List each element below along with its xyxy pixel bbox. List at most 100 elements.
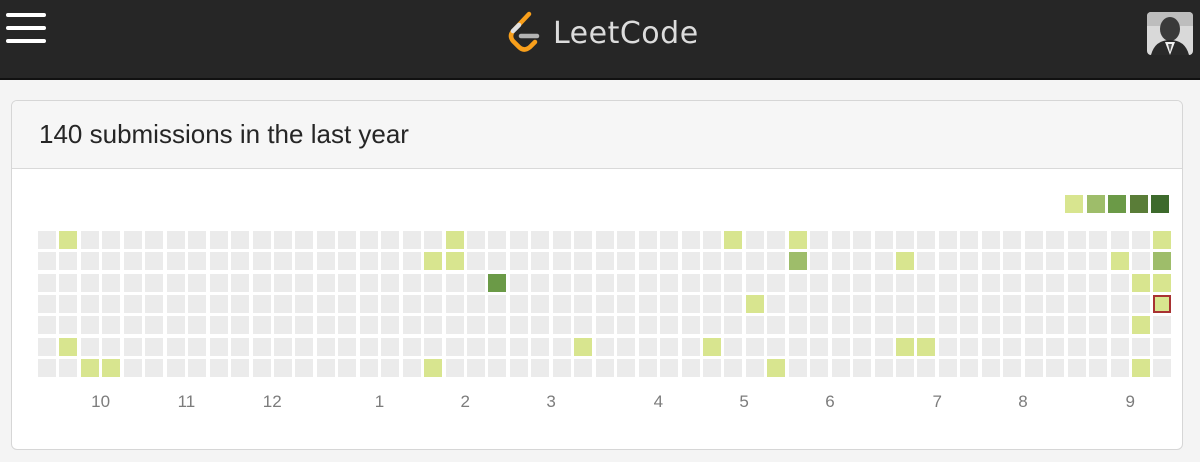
calendar-day-cell[interactable]	[574, 273, 593, 292]
calendar-day-cell[interactable]	[767, 294, 786, 313]
calendar-day-cell[interactable]	[145, 337, 164, 356]
calendar-day-cell[interactable]	[724, 358, 743, 377]
calendar-day-cell[interactable]	[102, 294, 121, 313]
calendar-day-cell[interactable]	[338, 273, 357, 292]
calendar-day-cell[interactable]	[874, 252, 893, 271]
calendar-day-cell[interactable]	[1003, 273, 1022, 292]
calendar-day-cell[interactable]	[1067, 231, 1086, 249]
calendar-day-cell[interactable]	[424, 358, 443, 377]
calendar-day-cell[interactable]	[123, 358, 142, 377]
calendar-day-cell[interactable]	[209, 252, 228, 271]
calendar-day-cell[interactable]	[681, 358, 700, 377]
calendar-day-cell[interactable]	[102, 252, 121, 271]
calendar-day-cell[interactable]	[981, 294, 1000, 313]
calendar-day-cell[interactable]	[960, 273, 979, 292]
calendar-day-cell[interactable]	[917, 252, 936, 271]
calendar-day-cell[interactable]	[38, 316, 56, 335]
calendar-day-cell[interactable]	[681, 294, 700, 313]
calendar-day-cell[interactable]	[273, 337, 292, 356]
user-avatar-icon[interactable]	[1147, 12, 1193, 55]
calendar-day-cell[interactable]	[123, 294, 142, 313]
calendar-day-cell[interactable]	[1153, 273, 1172, 292]
calendar-day-cell[interactable]	[767, 316, 786, 335]
calendar-day-cell[interactable]	[467, 231, 485, 249]
calendar-day-cell[interactable]	[917, 231, 936, 249]
calendar-day-cell[interactable]	[38, 337, 56, 356]
calendar-day-cell[interactable]	[531, 231, 550, 249]
calendar-day-cell[interactable]	[166, 316, 185, 335]
calendar-day-cell[interactable]	[145, 252, 164, 271]
calendar-day-cell[interactable]	[123, 316, 142, 335]
calendar-day-cell[interactable]	[188, 273, 207, 292]
calendar-day-cell[interactable]	[1110, 294, 1129, 313]
calendar-day-cell[interactable]	[938, 294, 957, 313]
calendar-day-cell[interactable]	[166, 337, 185, 356]
calendar-day-cell[interactable]	[273, 294, 292, 313]
calendar-day-cell[interactable]	[359, 316, 378, 335]
calendar-day-cell[interactable]	[1067, 294, 1086, 313]
calendar-day-cell[interactable]	[80, 231, 99, 249]
calendar-day-cell[interactable]	[724, 231, 743, 249]
calendar-day-cell[interactable]	[1003, 337, 1022, 356]
calendar-day-cell[interactable]	[295, 358, 314, 377]
calendar-day-cell[interactable]	[102, 273, 121, 292]
calendar-day-cell[interactable]	[1110, 337, 1129, 356]
calendar-day-cell[interactable]	[660, 294, 679, 313]
calendar-day-cell[interactable]	[488, 316, 507, 335]
calendar-day-cell[interactable]	[359, 273, 378, 292]
calendar-day-cell[interactable]	[231, 273, 250, 292]
calendar-day-cell[interactable]	[745, 273, 764, 292]
calendar-day-cell[interactable]	[381, 273, 400, 292]
calendar-day-cell[interactable]	[1024, 273, 1043, 292]
calendar-day-cell[interactable]	[209, 273, 228, 292]
calendar-day-cell[interactable]	[402, 273, 421, 292]
calendar-day-cell[interactable]	[231, 358, 250, 377]
calendar-day-cell[interactable]	[960, 358, 979, 377]
calendar-day-cell[interactable]	[617, 358, 636, 377]
calendar-day-cell[interactable]	[810, 231, 829, 249]
calendar-day-cell[interactable]	[531, 316, 550, 335]
calendar-day-cell[interactable]	[509, 337, 528, 356]
calendar-day-cell[interactable]	[338, 337, 357, 356]
calendar-day-cell[interactable]	[231, 252, 250, 271]
calendar-day-cell[interactable]	[316, 294, 335, 313]
calendar-day-cell[interactable]	[188, 358, 207, 377]
calendar-day-cell[interactable]	[531, 252, 550, 271]
calendar-day-cell[interactable]	[981, 231, 1000, 249]
calendar-day-cell[interactable]	[1131, 337, 1150, 356]
calendar-day-cell[interactable]	[724, 316, 743, 335]
calendar-day-cell[interactable]	[80, 316, 99, 335]
calendar-day-cell[interactable]	[231, 337, 250, 356]
calendar-day-cell[interactable]	[209, 294, 228, 313]
calendar-day-cell[interactable]	[488, 273, 507, 292]
calendar-day-cell[interactable]	[853, 316, 872, 335]
calendar-day-cell[interactable]	[1067, 273, 1086, 292]
calendar-day-cell[interactable]	[509, 358, 528, 377]
calendar-day-cell[interactable]	[681, 273, 700, 292]
calendar-day-cell[interactable]	[424, 337, 443, 356]
calendar-day-cell[interactable]	[166, 231, 185, 249]
calendar-day-cell[interactable]	[552, 273, 571, 292]
calendar-day-cell[interactable]	[1153, 316, 1172, 335]
calendar-day-cell[interactable]	[767, 231, 786, 249]
calendar-day-cell[interactable]	[1067, 358, 1086, 377]
calendar-day-cell[interactable]	[59, 337, 78, 356]
calendar-day-cell[interactable]	[188, 231, 207, 249]
calendar-day-cell[interactable]	[896, 294, 914, 313]
calendar-day-cell[interactable]	[552, 358, 571, 377]
calendar-day-cell[interactable]	[445, 337, 464, 356]
calendar-day-cell[interactable]	[1089, 337, 1108, 356]
calendar-day-cell[interactable]	[788, 337, 807, 356]
calendar-day-cell[interactable]	[381, 337, 400, 356]
calendar-day-cell[interactable]	[1046, 273, 1065, 292]
calendar-day-cell[interactable]	[595, 252, 614, 271]
calendar-day-cell[interactable]	[617, 316, 636, 335]
calendar-day-cell[interactable]	[917, 294, 936, 313]
calendar-day-cell[interactable]	[445, 231, 464, 249]
calendar-day-cell[interactable]	[252, 273, 271, 292]
calendar-day-cell[interactable]	[896, 252, 914, 271]
calendar-day-cell[interactable]	[252, 316, 271, 335]
calendar-day-cell[interactable]	[938, 231, 957, 249]
calendar-day-cell[interactable]	[531, 358, 550, 377]
calendar-day-cell[interactable]	[188, 316, 207, 335]
